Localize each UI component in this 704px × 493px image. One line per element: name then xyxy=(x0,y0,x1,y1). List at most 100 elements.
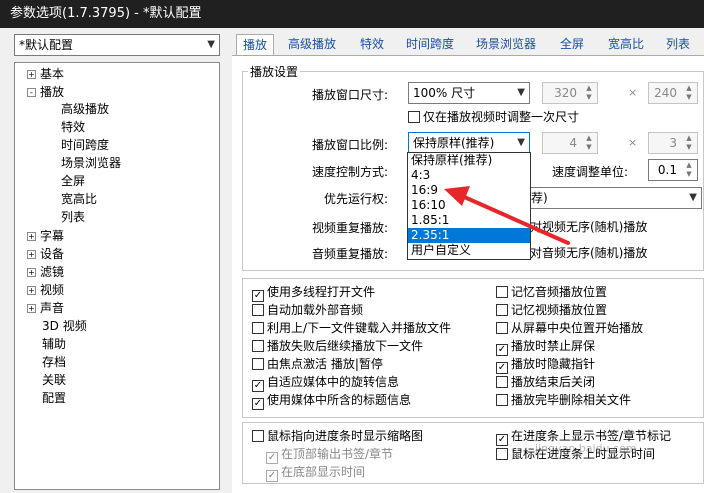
collapse-icon[interactable]: - xyxy=(27,88,36,97)
tree-item-3d-video[interactable]: 3D 视频 xyxy=(42,317,87,335)
option-checkbox[interactable]: 播放结束后关闭 xyxy=(496,374,595,390)
tab-effects[interactable]: 特效 xyxy=(360,34,384,56)
ratio-option[interactable]: 用户自定义 xyxy=(408,243,530,258)
expand-icon[interactable]: + xyxy=(27,304,36,313)
ratio-option[interactable]: 16:10 xyxy=(408,198,530,213)
checkbox-label: 鼠标指向进度条时显示缩略图 xyxy=(267,429,424,443)
video-shuffle-checkbox[interactable]: 对视频无序(随机)播放 xyxy=(530,219,647,235)
option-checkbox[interactable]: 播放时禁止屏保 xyxy=(496,338,595,356)
checkbox-box[interactable] xyxy=(496,376,508,388)
audio-shuffle-checkbox[interactable]: 对音频无序(随机)播放 xyxy=(530,245,647,261)
checkbox-label: 对视频无序(随机)播放 xyxy=(530,220,648,234)
tree-item-assist[interactable]: 辅助 xyxy=(42,335,66,353)
ratio-h-spinner[interactable]: 3 ▲ ▼ xyxy=(648,132,698,154)
checkbox-box[interactable] xyxy=(266,470,278,482)
speed-unit-spinner[interactable]: 0.1 ▲ ▼ xyxy=(648,159,698,181)
expand-icon[interactable]: + xyxy=(27,250,36,259)
tree-item-aspect-ratio[interactable]: 宽高比 xyxy=(61,190,97,208)
preset-select[interactable]: *默认配置 ▼ xyxy=(14,34,220,56)
bookmark-top-checkbox[interactable]: 在顶部输出书签/章节 xyxy=(266,446,393,464)
tab-fullscreen[interactable]: 全屏 xyxy=(560,34,584,56)
checkbox-box[interactable] xyxy=(496,322,508,334)
expand-icon[interactable]: + xyxy=(27,70,36,79)
checkbox-box[interactable] xyxy=(252,304,264,316)
tab-advanced-playback[interactable]: 高级播放 xyxy=(288,34,336,56)
expand-icon[interactable]: + xyxy=(27,286,36,295)
checkbox-box[interactable] xyxy=(496,434,508,446)
option-checkbox[interactable]: 利用上/下一文件键载入并播放文件 xyxy=(252,320,451,336)
tree-item-archive[interactable]: 存档 xyxy=(42,353,66,371)
tree-item-playback[interactable]: - 播放 xyxy=(27,83,64,101)
expand-icon[interactable]: + xyxy=(27,268,36,277)
checkbox-box[interactable] xyxy=(496,394,508,406)
option-checkbox[interactable]: 播放完毕删除相关文件 xyxy=(496,392,631,408)
checkbox-label: 自适应媒体中的旋转信息 xyxy=(267,375,400,389)
option-checkbox[interactable]: 播放失败后继续播放下一文件 xyxy=(252,338,423,354)
height-spinner[interactable]: 240 ▲ ▼ xyxy=(648,82,698,104)
checkbox-box[interactable] xyxy=(496,344,508,356)
audio-repeat-label: 音频重复播放: xyxy=(312,247,389,261)
checkbox-box[interactable] xyxy=(252,380,264,392)
option-checkbox[interactable]: 使用多线程打开文件 xyxy=(252,284,376,302)
priority-value: 荐) xyxy=(531,191,548,205)
checkbox-box[interactable] xyxy=(252,290,264,302)
tab-aspect-ratio[interactable]: 宽高比 xyxy=(608,34,644,56)
checkbox-box[interactable] xyxy=(408,111,420,123)
option-checkbox[interactable]: 播放时隐藏指针 xyxy=(496,356,595,374)
tab-scene-browser[interactable]: 场景浏览器 xyxy=(476,34,536,56)
tree-item-list[interactable]: 列表 xyxy=(61,208,85,226)
tree-item-scene-browser[interactable]: 场景浏览器 xyxy=(61,154,121,172)
checkbox-box[interactable] xyxy=(252,398,264,410)
checkbox-box[interactable] xyxy=(496,304,508,316)
ratio-option[interactable]: 16:9 xyxy=(408,183,530,198)
tree-item-association[interactable]: 关联 xyxy=(42,371,66,389)
tree-item-subtitles[interactable]: + 字幕 xyxy=(27,227,64,245)
ratio-option[interactable]: 1.85:1 xyxy=(408,213,530,228)
tree-item-audio[interactable]: + 声音 xyxy=(27,299,64,317)
tab-list[interactable]: 列表 xyxy=(666,34,690,56)
option-checkbox[interactable]: 自适应媒体中的旋转信息 xyxy=(252,374,400,392)
ratio-select[interactable]: 保持原样(推荐) ▼ xyxy=(408,132,530,154)
tree-item-time-span[interactable]: 时间跨度 xyxy=(61,136,109,154)
spin-arrows-icon[interactable]: ▲ ▼ xyxy=(583,84,595,102)
tab-time-span[interactable]: 时间跨度 xyxy=(406,34,454,56)
tree-item-devices[interactable]: + 设备 xyxy=(27,245,64,263)
option-checkbox[interactable]: 从屏幕中央位置开始播放 xyxy=(496,320,643,336)
option-checkbox[interactable]: 自动加载外部音频 xyxy=(252,302,363,318)
ratio-w-spinner[interactable]: 4 ▲ ▼ xyxy=(542,132,598,154)
option-checkbox[interactable]: 记忆音频播放位置 xyxy=(496,284,607,300)
option-checkbox[interactable]: 使用媒体中所含的标题信息 xyxy=(252,392,411,410)
expand-icon[interactable]: + xyxy=(27,232,36,241)
thumbnail-checkbox[interactable]: 鼠标指向进度条时显示缩略图 xyxy=(252,428,423,444)
checkbox-box[interactable] xyxy=(252,322,264,334)
tree-item-effects[interactable]: 特效 xyxy=(61,118,85,136)
checkbox-box[interactable] xyxy=(252,340,264,352)
checkbox-box[interactable] xyxy=(496,286,508,298)
checkbox-box[interactable] xyxy=(252,358,264,370)
window-size-select[interactable]: 100% 尺寸 ▼ xyxy=(408,82,530,104)
checkbox-box[interactable] xyxy=(496,362,508,374)
ratio-option-highlighted[interactable]: 2.35:1 xyxy=(408,228,530,243)
tree-item-advanced-playback[interactable]: 高级播放 xyxy=(61,100,109,118)
spin-arrows-icon[interactable]: ▲ ▼ xyxy=(683,134,695,152)
time-bottom-checkbox[interactable]: 在底部显示时间 xyxy=(266,464,365,482)
checkbox-box[interactable] xyxy=(496,448,508,460)
tree-item-fullscreen[interactable]: 全屏 xyxy=(61,172,85,190)
width-spinner[interactable]: 320 ▲ ▼ xyxy=(542,82,598,104)
spin-arrows-icon[interactable]: ▲ ▼ xyxy=(583,134,595,152)
checkbox-label: 使用多线程打开文件 xyxy=(267,285,376,299)
checkbox-box[interactable] xyxy=(252,430,264,442)
checkbox-box[interactable] xyxy=(266,452,278,464)
adjust-once-checkbox[interactable]: 仅在播放视频时调整一次尺寸 xyxy=(408,109,579,125)
tree-item-video[interactable]: + 视频 xyxy=(27,281,64,299)
ratio-option[interactable]: 保持原样(推荐) xyxy=(408,153,530,168)
option-checkbox[interactable]: 由焦点激活 播放|暂停 xyxy=(252,356,383,372)
ratio-option[interactable]: 4:3 xyxy=(408,168,530,183)
option-checkbox[interactable]: 记忆视频播放位置 xyxy=(496,302,607,318)
tab-playback[interactable]: 播放 xyxy=(236,34,275,56)
spin-arrows-icon[interactable]: ▲ ▼ xyxy=(683,161,695,179)
spin-arrows-icon[interactable]: ▲ ▼ xyxy=(683,84,695,102)
tree-item-basic[interactable]: + 基本 xyxy=(27,65,64,83)
tree-item-config[interactable]: 配置 xyxy=(42,389,66,407)
tree-item-filters[interactable]: + 滤镜 xyxy=(27,263,64,281)
